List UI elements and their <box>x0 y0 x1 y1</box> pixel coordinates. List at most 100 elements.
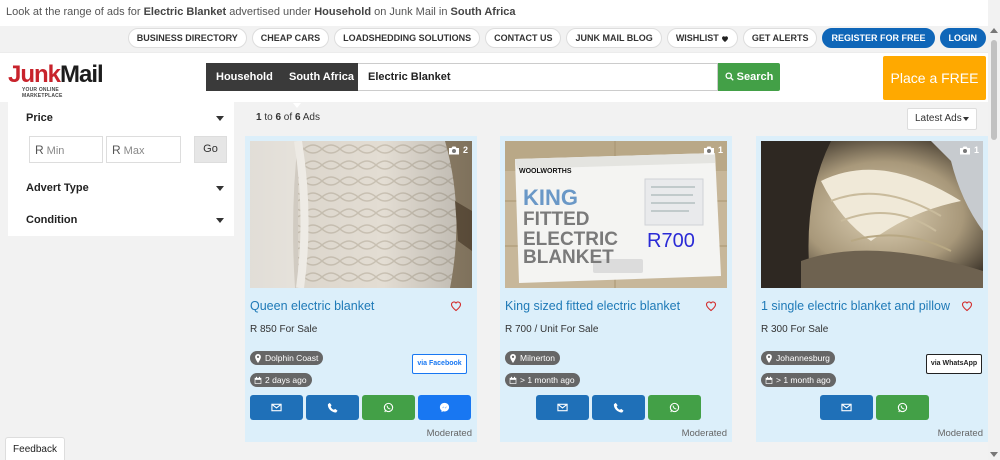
location-value: Dolphin Coast <box>265 353 319 363</box>
junkmail-logo[interactable]: JunkMail YOUR ONLINE MARKETPLACE <box>8 61 104 100</box>
condition-filter-toggle[interactable]: Condition <box>26 214 224 226</box>
call-button[interactable] <box>306 395 359 420</box>
results-of-label: of <box>281 112 295 123</box>
age-badge: > 1 month ago <box>761 373 836 387</box>
sort-value: Latest Ads <box>915 113 962 124</box>
photo-count: 1 <box>959 145 979 155</box>
scroll-down-arrow-icon[interactable] <box>990 452 998 457</box>
logo-junk: Junk <box>8 61 61 88</box>
box-text-line2: FITTED <box>523 209 590 230</box>
whatsapp-button[interactable] <box>876 395 929 420</box>
listing-card[interactable]: WOOLWORTHS KING FITTED ELECTRIC BLANKET … <box>500 136 732 442</box>
contact-buttons <box>536 395 701 420</box>
currency-label: R <box>112 143 121 157</box>
place-free-ad-button[interactable]: Place a FREE Ad <box>883 56 986 130</box>
heart-icon <box>721 35 728 42</box>
category-dropdown[interactable]: Household <box>206 63 282 108</box>
chevron-down-icon <box>216 186 224 191</box>
listing-title[interactable]: King sized fitted electric blanket <box>505 299 695 313</box>
wishlist-label: WISHLIST <box>675 33 719 43</box>
call-button[interactable] <box>592 395 645 420</box>
search-input[interactable] <box>358 63 718 91</box>
contact-buttons <box>820 395 929 420</box>
whatsapp-button[interactable] <box>648 395 701 420</box>
summary-category: Household <box>314 6 372 18</box>
calendar-icon <box>765 376 773 384</box>
login-button[interactable]: LOGIN <box>939 28 986 48</box>
logo-mail: Mail <box>60 61 104 88</box>
top-nav: BUSINESS DIRECTORY CHEAP CARS LOADSHEDDI… <box>127 28 986 48</box>
listing-card[interactable]: 1 1 single electric blanket and pillow R… <box>756 136 988 442</box>
envelope-icon <box>557 403 568 412</box>
box-text-line4: BLANKET <box>523 247 614 268</box>
listing-card[interactable]: 2 Queen electric blanket R 850 For Sale … <box>245 136 477 442</box>
nav-business-directory[interactable]: BUSINESS DIRECTORY <box>127 28 247 48</box>
chevron-down-icon <box>216 116 224 121</box>
price-go-button[interactable]: Go <box>194 136 227 163</box>
nav-loadshedding[interactable]: LOADSHEDDING SOLUTIONS <box>334 28 481 48</box>
summary-mid1: advertised under <box>226 6 315 18</box>
advert-type-label: Advert Type <box>26 182 89 194</box>
search-icon <box>725 72 734 81</box>
boxed-blanket-photo: WOOLWORTHS KING FITTED ELECTRIC BLANKET … <box>505 141 727 288</box>
wishlist-heart-icon[interactable] <box>450 300 462 312</box>
scrollbar-thumb[interactable] <box>991 40 997 140</box>
condition-label: Condition <box>26 214 78 226</box>
envelope-icon <box>271 403 282 412</box>
listing-photo[interactable]: WOOLWORTHS KING FITTED ELECTRIC BLANKET … <box>505 141 727 288</box>
calendar-icon <box>509 376 517 384</box>
email-button[interactable] <box>250 395 303 420</box>
nav-wishlist[interactable]: WISHLIST <box>666 28 738 48</box>
nav-cheap-cars[interactable]: CHEAP CARS <box>251 28 330 48</box>
price-max-input[interactable]: R Max <box>106 136 181 163</box>
price-filter-toggle[interactable]: Price <box>26 112 224 124</box>
box-text-line1: KING <box>523 185 578 210</box>
age-badge: 2 days ago <box>250 373 312 387</box>
feedback-button[interactable]: Feedback <box>5 437 65 460</box>
email-button[interactable] <box>536 395 589 420</box>
calendar-icon <box>254 376 262 384</box>
min-placeholder: Min <box>46 145 65 157</box>
results-to-label: to <box>261 112 276 123</box>
results-count: 1 to 6 of 6 Ads <box>256 112 320 123</box>
nav-get-alerts[interactable]: GET ALERTS <box>742 28 818 48</box>
results-suffix: Ads <box>300 112 320 123</box>
box-price-text: R700 <box>647 230 695 252</box>
photo-count-value: 1 <box>717 145 723 155</box>
nav-contact-us[interactable]: CONTACT US <box>485 28 562 48</box>
scroll-up-arrow-icon[interactable] <box>990 28 998 33</box>
summary-mid2: on Junk Mail in <box>371 6 451 18</box>
search-button[interactable]: Search <box>718 63 780 91</box>
region-dropdown[interactable]: South Africa <box>282 63 358 108</box>
register-button[interactable]: REGISTER FOR FREE <box>822 28 935 48</box>
summary-prefix: Look at the range of ads for <box>6 6 144 18</box>
messenger-icon <box>439 402 450 413</box>
blanket-pillow-photo <box>761 141 983 288</box>
photo-count: 1 <box>703 145 723 155</box>
via-whatsapp-badge: via WhatsApp <box>926 354 982 374</box>
wishlist-heart-icon[interactable] <box>705 300 717 312</box>
moderated-label: Moderated <box>937 428 983 439</box>
listing-price: R 700 / Unit For Sale <box>505 324 599 335</box>
whatsapp-button[interactable] <box>362 395 415 420</box>
photo-count-value: 1 <box>973 145 979 155</box>
currency-label: R <box>35 143 44 157</box>
listing-title[interactable]: Queen electric blanket <box>250 299 440 313</box>
messenger-button[interactable] <box>418 395 471 420</box>
age-value: > 1 month ago <box>520 375 575 385</box>
listing-photo[interactable]: 1 <box>761 141 983 288</box>
listing-title[interactable]: 1 single electric blanket and pillow <box>761 299 951 313</box>
summary-location: South Africa <box>450 6 516 18</box>
listing-photo[interactable]: 2 <box>250 141 472 288</box>
contact-buttons <box>250 395 471 420</box>
advert-type-filter-toggle[interactable]: Advert Type <box>26 182 224 194</box>
whatsapp-icon <box>669 402 680 413</box>
nav-blog[interactable]: JUNK MAIL BLOG <box>566 28 662 48</box>
location-badge: Dolphin Coast <box>250 351 324 365</box>
wishlist-heart-icon[interactable] <box>961 300 973 312</box>
page-scrollbar[interactable] <box>988 26 1000 460</box>
map-pin-icon <box>510 353 516 363</box>
email-button[interactable] <box>820 395 873 420</box>
price-min-input[interactable]: R Min <box>29 136 103 163</box>
sort-dropdown[interactable]: Latest Ads <box>907 108 977 130</box>
